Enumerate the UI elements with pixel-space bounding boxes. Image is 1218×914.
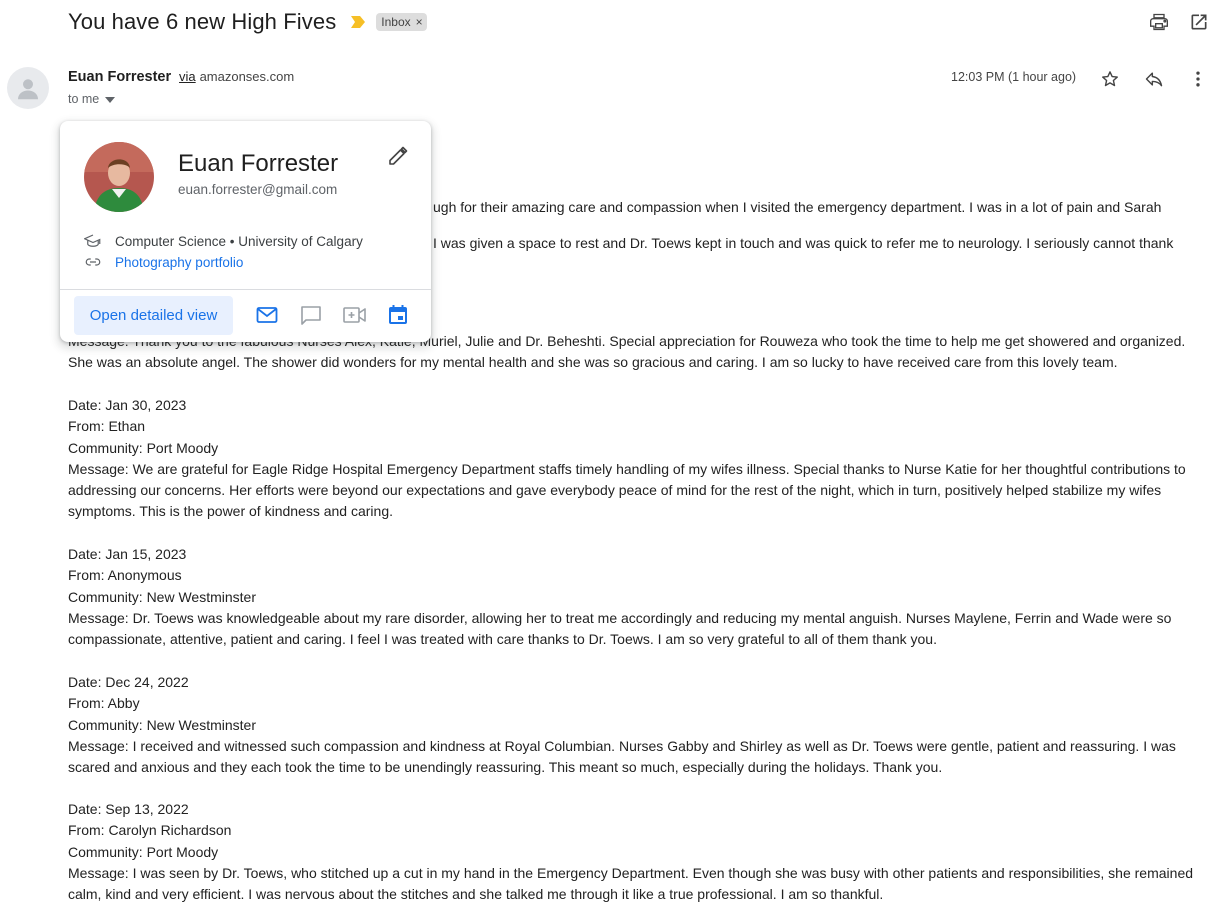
body-partial-text: ugh for their amazing care and compassio… — [433, 182, 1208, 268]
entry-from: From: Carolyn Richardson — [68, 822, 232, 839]
sender-avatar[interactable] — [7, 67, 49, 109]
chevron-down-icon — [105, 92, 116, 106]
to-me-text: to me — [68, 92, 100, 106]
body-partial-line: ugh for their amazing care and compassio… — [433, 199, 1162, 215]
message-entry: Date: Jan 15, 2023 From: Anonymous Commu… — [68, 544, 1208, 650]
contact-link-row: Photography portfolio — [84, 253, 243, 271]
card-divider — [60, 289, 431, 290]
contact-name: Euan Forrester — [178, 150, 339, 177]
entry-community: Community: Port Moody — [68, 843, 219, 860]
more-vert-icon[interactable] — [1186, 67, 1210, 91]
entry-message: Message: I received and witnessed such c… — [68, 737, 1176, 776]
entry-community: Community: New Westminster — [68, 588, 257, 605]
thread-toolbar — [1148, 11, 1210, 33]
contact-photo[interactable] — [84, 142, 154, 212]
open-detailed-view-button[interactable]: Open detailed view — [74, 296, 233, 335]
entry-date: Date: Jan 15, 2023 — [68, 546, 187, 562]
message-text: She was an absolute angel. The shower di… — [68, 354, 1118, 371]
remove-label-button[interactable]: × — [416, 15, 423, 29]
message-entry: Date: Dec 24, 2022 From: Abby Community:… — [68, 672, 1208, 778]
school-icon — [84, 232, 102, 250]
contact-education-row: Computer Science • University of Calgary — [84, 232, 363, 250]
entry-date: Date: Jan 30, 2023 — [68, 397, 187, 413]
contact-email: euan.forrester@gmail.com — [178, 182, 338, 197]
entry-from: From: Ethan — [68, 418, 146, 435]
message-timestamp: 12:03 PM (1 hour ago) — [951, 70, 1077, 84]
label-chip-inbox: Inbox × — [376, 13, 427, 31]
label-chip-text: Inbox — [381, 15, 411, 29]
message-actions — [1098, 67, 1210, 91]
entry-message: Message: I was seen by Dr. Toews, who st… — [68, 864, 1194, 903]
via-link[interactable]: via — [179, 69, 196, 84]
entry-from: From: Abby — [68, 695, 140, 712]
link-icon — [84, 253, 102, 271]
contact-hover-card: Euan Forrester euan.forrester@gmail.com … — [60, 121, 431, 342]
message-entry: Date: Jan 30, 2023 From: Ethan Community… — [68, 395, 1208, 523]
email-subject: You have 6 new High Fives — [68, 9, 337, 34]
star-icon[interactable] — [1098, 67, 1122, 91]
sender-name[interactable]: Euan Forrester — [68, 69, 171, 85]
calendar-icon[interactable] — [385, 302, 411, 328]
message-entry: Date: Sep 13, 2022 From: Carolyn Richard… — [68, 799, 1208, 905]
entry-date: Date: Dec 24, 2022 — [68, 674, 189, 690]
importance-marker-icon[interactable] — [350, 15, 366, 29]
contact-education: Computer Science • University of Calgary — [115, 233, 363, 249]
print-icon[interactable] — [1148, 11, 1170, 33]
entry-date: Date: Sep 13, 2022 — [68, 801, 189, 817]
entry-community: Community: Port Moody — [68, 439, 219, 456]
recipient-details-toggle[interactable]: to me — [68, 92, 116, 106]
entry-from: From: Anonymous — [68, 567, 182, 584]
video-call-icon[interactable] — [342, 302, 368, 328]
entry-message: Message: We are grateful for Eagle Ridge… — [68, 460, 1186, 520]
subject-bar: You have 6 new High Fives Inbox × — [68, 6, 427, 38]
entry-community: Community: New Westminster — [68, 716, 257, 733]
entry-message: Message: Dr. Toews was knowledgeable abo… — [68, 609, 1172, 648]
open-in-new-window-icon[interactable] — [1188, 11, 1210, 33]
reply-icon[interactable] — [1142, 67, 1166, 91]
body-partial-line: I was given a space to rest and Dr. Toew… — [433, 235, 1174, 251]
chat-icon[interactable] — [298, 302, 324, 328]
mail-icon[interactable] — [254, 302, 280, 328]
sender-domain: amazonses.com — [199, 69, 295, 84]
photography-portfolio-link[interactable]: Photography portfolio — [115, 255, 243, 270]
edit-contact-pencil-icon[interactable] — [386, 144, 410, 168]
sender-line: Euan Forrester via amazonses.com — [68, 68, 294, 85]
